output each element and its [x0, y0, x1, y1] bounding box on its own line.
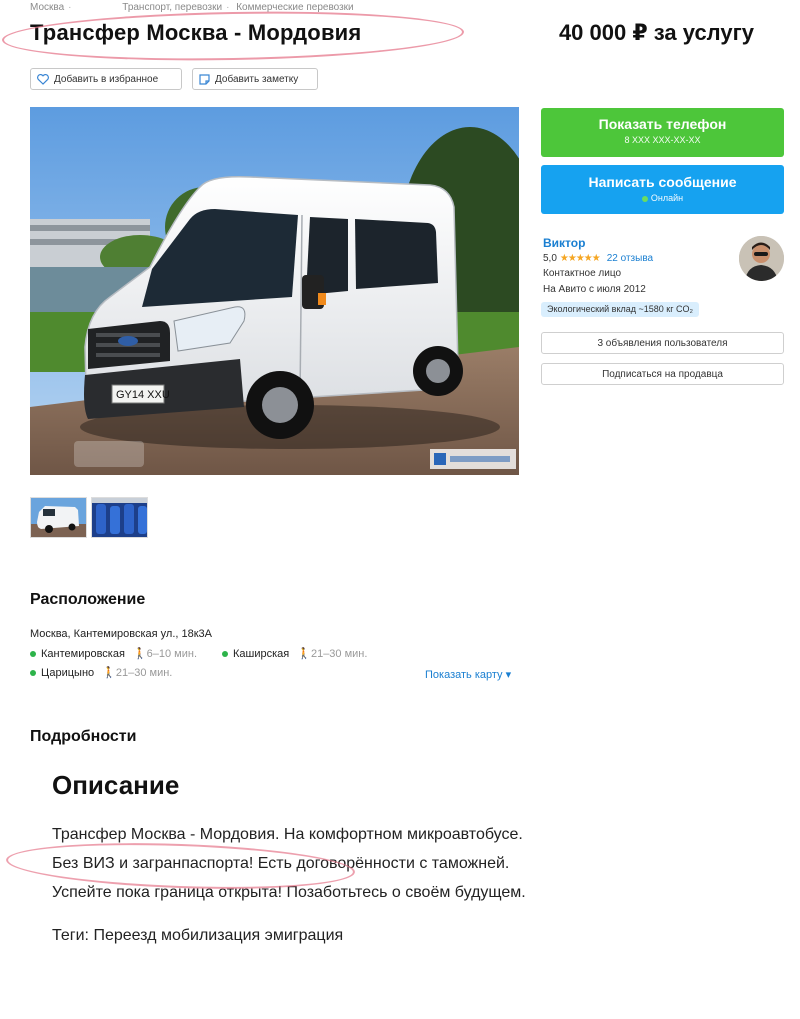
chevron-down-icon: ▾ — [502, 669, 512, 681]
description-tags: Теги: Переезд мобилизация эмиграция — [52, 927, 344, 944]
walk-icon: 🚶 — [132, 648, 147, 660]
metro-line-icon — [222, 650, 228, 657]
description-line: Трансфер Москва - Мордовия. На комфортно… — [52, 826, 523, 843]
thumbnail-2[interactable] — [91, 497, 148, 538]
thumbnail-van-image — [31, 498, 86, 537]
metro-time: 21–30 мин. — [310, 647, 368, 660]
thumbnail-1[interactable] — [30, 497, 87, 538]
avatar[interactable] — [739, 236, 784, 281]
price: 40 000 ₽ за услугу — [558, 20, 754, 45]
description-line: Успейте пока граница открыта! Позаботьте… — [52, 884, 526, 901]
seller-rating: 5,0 ★★★★★ 22 отзыва — [543, 253, 653, 264]
heart-icon — [37, 73, 49, 85]
metro-station: Царицыно 🚶 21–30 мин. — [30, 666, 172, 679]
add-note-button[interactable]: Добавить заметку — [192, 68, 318, 90]
metro-line-icon — [30, 650, 36, 657]
rating-stars-icon: ★★★★★ — [559, 253, 601, 264]
license-plate: GY14 XXU — [116, 389, 170, 401]
page-title: Трансфер Москва - Мордовия — [30, 20, 362, 45]
seller-since: На Авито с июля 2012 — [543, 284, 646, 295]
breadcrumb: Москва · Транспорт, перевозки · Коммерческ… — [30, 2, 354, 13]
breadcrumb-item-moscow[interactable]: Москва — [30, 2, 64, 13]
online-status: Онлайн — [650, 193, 684, 203]
avatar-photo — [739, 236, 784, 281]
add-favorite-label: Добавить в избранное — [54, 73, 159, 85]
user-listings-button[interactable]: 3 объявления пользователя — [541, 332, 784, 354]
reviews-link[interactable]: 22 отзыва — [607, 253, 653, 264]
metro-time: 21–30 мин. — [115, 666, 173, 679]
thumbnail-seats-image — [92, 498, 147, 537]
online-dot-icon — [641, 195, 648, 202]
show-map-label: Показать карту — [425, 669, 503, 681]
subscribe-seller-button[interactable]: Подписаться на продавца — [541, 363, 784, 385]
metro-name: Каширская — [233, 647, 290, 660]
walk-icon: 🚶 — [297, 648, 311, 660]
add-note-label: Добавить заметку — [215, 73, 299, 85]
metro-station: Каширская 🚶 21–30 мин. — [222, 647, 367, 660]
details-heading: Подробности — [30, 728, 137, 745]
walk-icon: 🚶 — [102, 667, 116, 679]
show-map-link[interactable]: Показать карту ▾ — [425, 668, 511, 681]
rating-value: 5,0 — [543, 253, 557, 264]
write-message-label: Написать сообщение — [588, 174, 737, 190]
breadcrumb-item-commercial[interactable]: Коммерческие перевозки — [236, 2, 353, 13]
eco-badge: Экологический вклад ~1580 кг CO₂ — [541, 302, 699, 317]
minibus-photo: GY14 XXU — [30, 107, 519, 475]
description-line: Без ВИЗ и загранпаспорта! Есть договорён… — [52, 855, 510, 872]
location-address: Москва, Кантемировская ул., 18к3А — [30, 628, 212, 640]
add-favorite-button[interactable]: Добавить в избранное — [30, 68, 182, 90]
seller-role: Контактное лицо — [543, 268, 622, 279]
description-title: Описание — [52, 770, 180, 800]
show-phone-button[interactable]: Показать телефон 8 XXX XXX-XX-XX — [541, 108, 784, 157]
note-icon — [199, 73, 210, 85]
metro-station: Кантемировская 🚶 6–10 мин. — [30, 647, 197, 660]
main-photo[interactable]: GY14 XXU — [30, 107, 519, 475]
metro-line-icon — [30, 669, 36, 676]
metro-name: Царицыно — [41, 666, 95, 679]
seller-name[interactable]: Виктор — [543, 236, 585, 250]
location-heading: Расположение — [30, 591, 146, 608]
show-phone-label: Показать телефон — [598, 116, 727, 132]
phone-mask: 8 XXX XXX-XX-XX — [624, 135, 701, 145]
metro-time: 6–10 мин. — [146, 647, 198, 660]
breadcrumb-item-transport[interactable]: Транспорт, перевозки — [122, 2, 222, 13]
metro-name: Кантемировская — [41, 647, 125, 660]
write-message-button[interactable]: Написать сообщение Онлайн — [541, 165, 784, 214]
